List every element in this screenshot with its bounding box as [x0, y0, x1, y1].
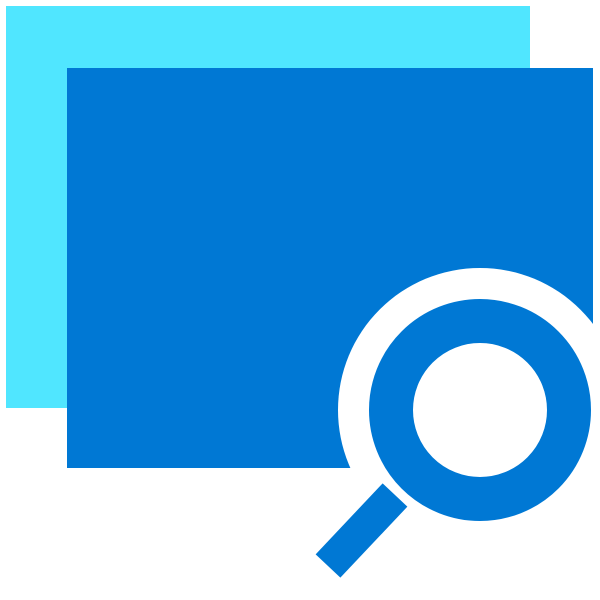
magnifier-handle [315, 483, 408, 578]
window-search-icon [6, 6, 593, 578]
